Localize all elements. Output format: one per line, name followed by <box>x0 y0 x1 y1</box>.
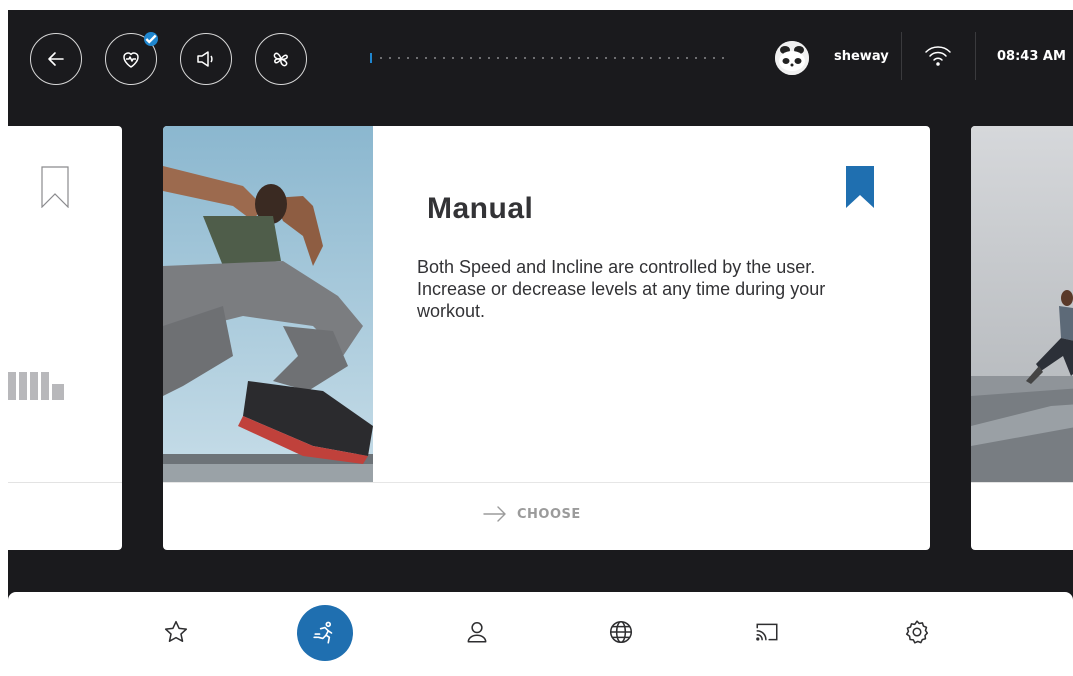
user-icon <box>467 622 487 643</box>
arrow-right-icon <box>483 506 506 522</box>
bookmark-filled-icon[interactable] <box>846 166 874 208</box>
avatar[interactable] <box>775 41 809 75</box>
bottom-navigation <box>8 592 1073 676</box>
screen-cast-tab[interactable] <box>747 612 787 652</box>
star-icon <box>164 620 188 642</box>
workout-card-manual[interactable]: Manual Both Speed and Incline are contro… <box>163 126 930 550</box>
profile-tab[interactable] <box>457 612 497 652</box>
globe-icon <box>609 620 633 644</box>
fan-icon <box>273 52 288 67</box>
settings-tab[interactable] <box>897 612 937 652</box>
settings-icon <box>905 620 929 644</box>
choose-button[interactable]: CHOOSE <box>483 506 581 522</box>
workout-progress-bar <box>370 53 724 63</box>
internet-tab[interactable] <box>601 612 641 652</box>
app-screen: sheway 08:43 AM Manual Both Speed and In… <box>8 10 1073 676</box>
workout-card-next[interactable] <box>971 126 1073 550</box>
back-button[interactable] <box>30 33 82 85</box>
workout-card-previous[interactable] <box>8 126 122 550</box>
runner-photo <box>163 126 373 482</box>
volume-button[interactable] <box>180 33 232 85</box>
running-icon <box>313 621 333 644</box>
cast-icon <box>756 623 778 641</box>
choose-label: CHOOSE <box>517 506 581 522</box>
connected-badge-icon <box>144 32 158 46</box>
divider <box>8 482 122 483</box>
card-description: Both Speed and Incline are controlled by… <box>417 257 826 321</box>
workouts-tab[interactable] <box>297 605 353 661</box>
volume-icon <box>197 51 213 67</box>
fan-button[interactable] <box>255 33 307 85</box>
heart-rate-icon <box>123 52 139 68</box>
favorites-tab[interactable] <box>156 612 196 652</box>
wifi-icon <box>925 46 951 66</box>
runner-photo-next <box>971 126 1073 482</box>
bookmark-icon[interactable] <box>41 166 69 208</box>
username: sheway <box>834 49 889 64</box>
card-title: Manual <box>427 192 534 225</box>
heart-rate-button[interactable] <box>105 32 158 85</box>
divider <box>163 482 930 483</box>
divider <box>971 482 1073 483</box>
back-icon <box>48 52 64 66</box>
clock: 08:43 AM <box>997 49 1066 64</box>
divider <box>975 32 976 80</box>
divider <box>901 32 902 80</box>
intervals-icon <box>8 372 64 400</box>
